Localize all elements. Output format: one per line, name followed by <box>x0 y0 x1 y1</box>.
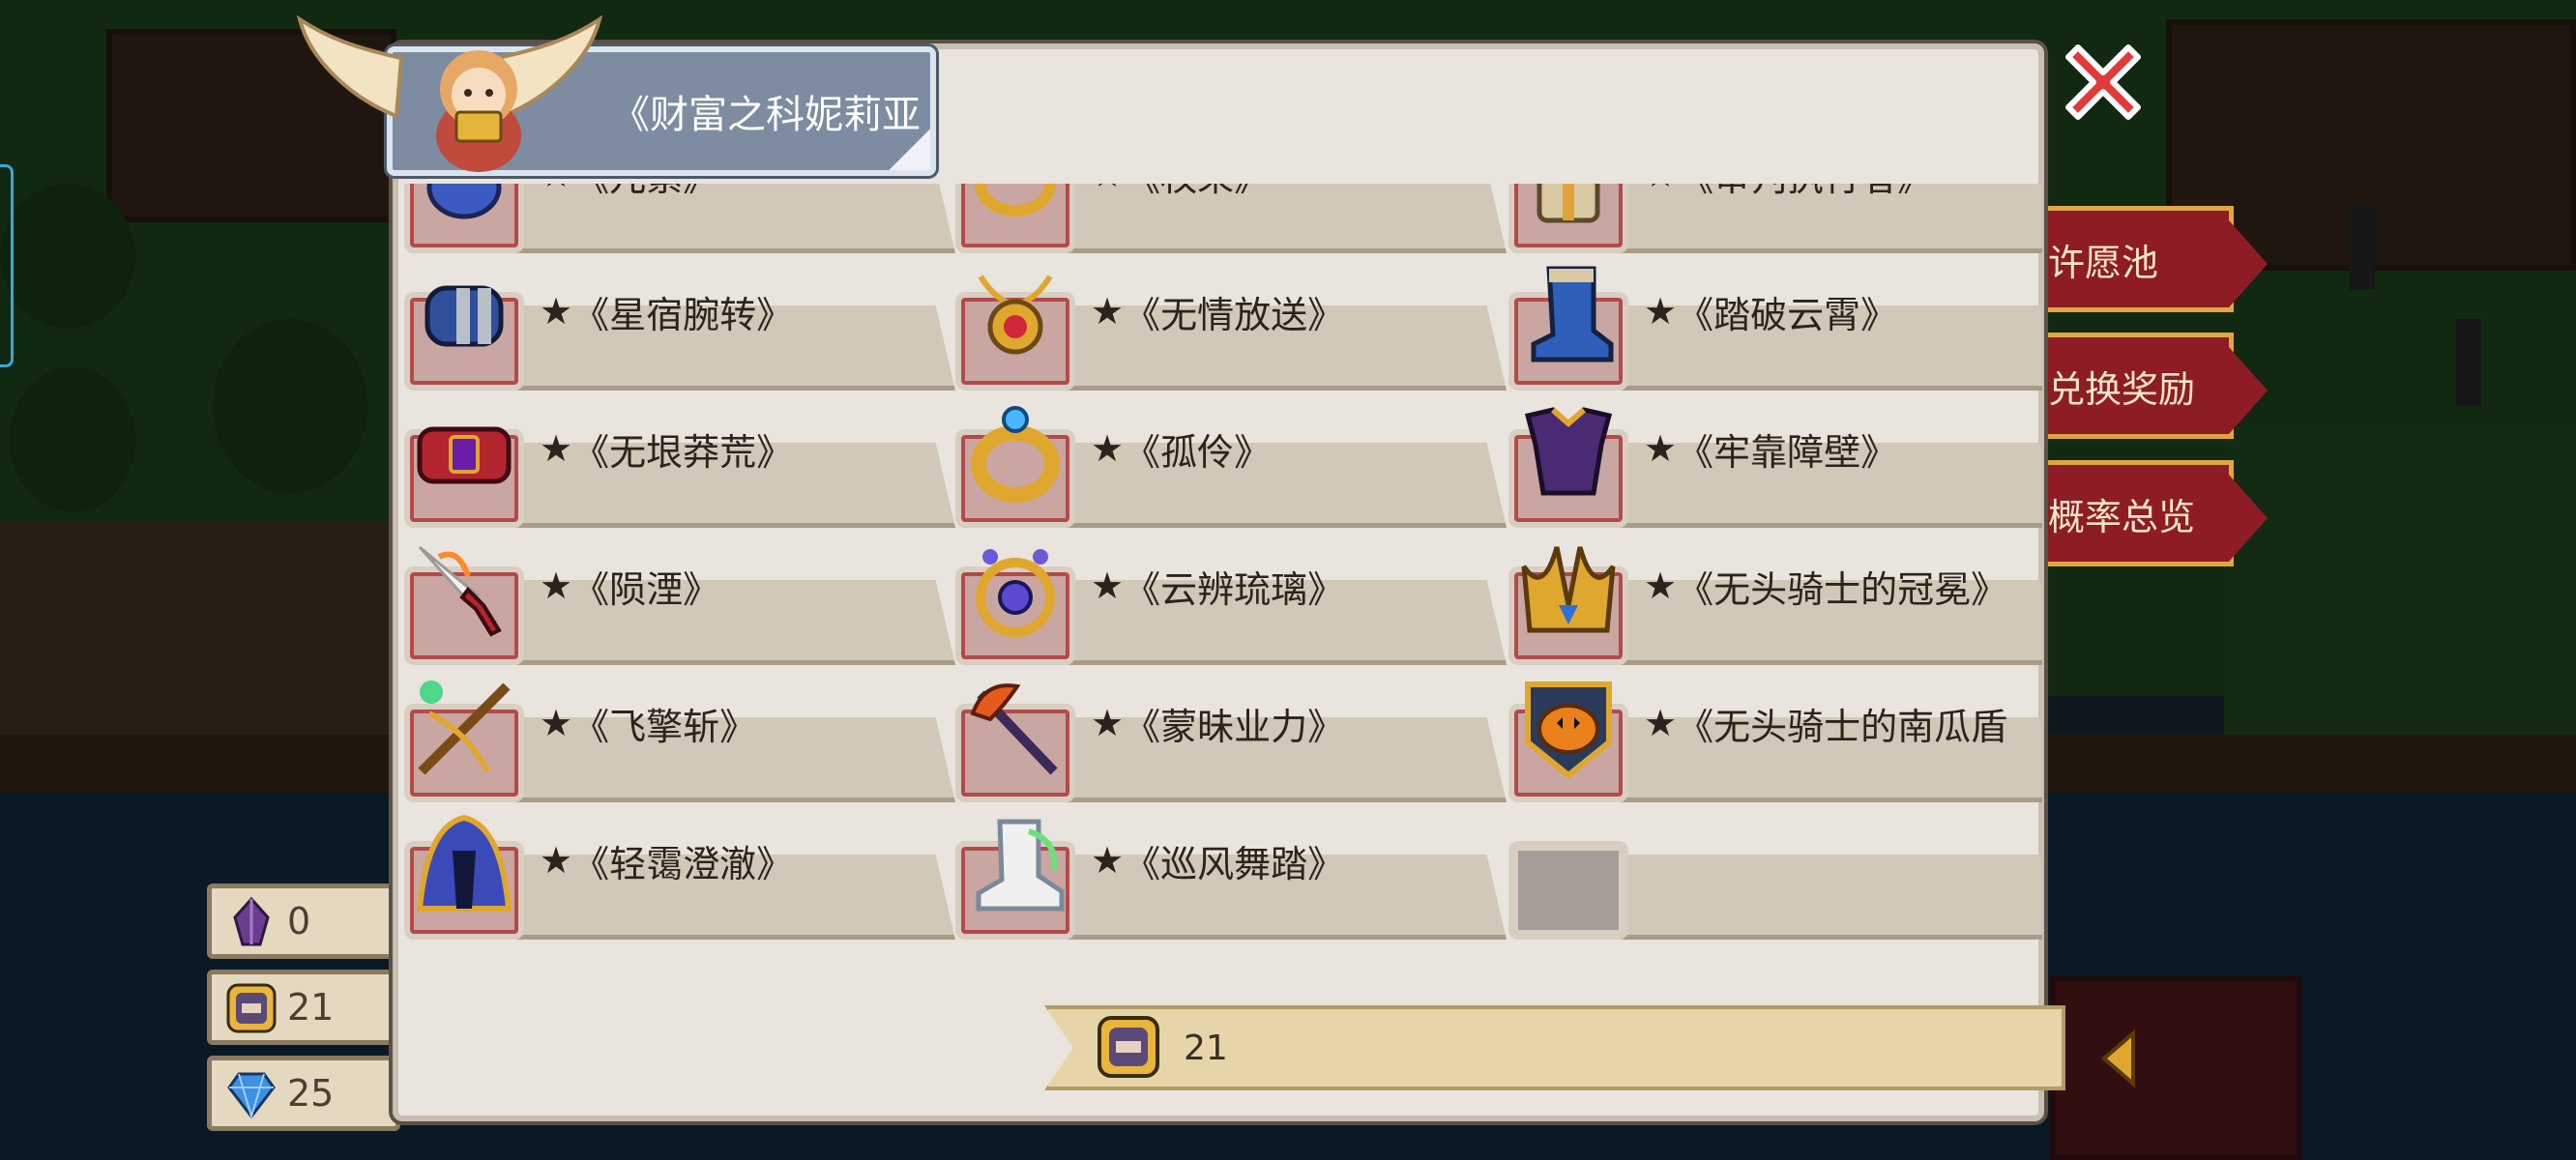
close-button[interactable] <box>2050 29 2156 135</box>
item-label: ★ 《星宿腕转》 <box>540 290 794 336</box>
item-cell[interactable]: ★ 《牢靠障壁》 <box>1508 407 2042 528</box>
item-label: ★ 《飞擎斩》 <box>540 702 757 748</box>
item-cell[interactable]: ★《审判执行者》 <box>1508 184 2042 253</box>
item-label: ★ 《蒙昧业力》 <box>1091 702 1345 748</box>
gold-sapphire-ring-icon <box>971 406 1060 503</box>
empty-item-cell <box>1508 820 2042 940</box>
item-label: ★《兀紫》 <box>540 184 719 205</box>
flame-sword-icon <box>418 545 502 637</box>
item-label: ★《权荣》 <box>1091 184 1271 205</box>
blue-boot-icon <box>1531 266 1614 362</box>
side-menu-wishing-pool[interactable]: 许愿池 <box>2040 206 2268 312</box>
item-label: ★ 《孤伶》 <box>1091 427 1272 474</box>
item-label: ★ 《无垠莽荒》 <box>540 427 794 474</box>
item-cell[interactable]: ★ 《陨湮》 <box>404 545 955 665</box>
footer-currency-value: 21 <box>1184 1028 1228 1068</box>
arrow-left-icon[interactable] <box>2098 1030 2137 1088</box>
item-cell[interactable]: ★ 《无头骑士的南瓜盾 <box>1508 682 2042 802</box>
close-x-icon <box>2065 44 2141 120</box>
item-label: ★ 《无头骑士的冠冕》 <box>1644 565 2008 611</box>
red-belt-icon <box>417 426 512 484</box>
currency-value: 21 <box>287 986 335 1029</box>
item-label: ★ 《无头骑士的南瓜盾 <box>1644 702 2008 748</box>
item-label: ★《审判执行者》 <box>1644 184 1934 205</box>
item-label: ★ 《牢靠障壁》 <box>1644 427 1898 474</box>
item-cell[interactable]: ★ 《飞擎斩》 <box>404 681 955 802</box>
page-title: 《财富之科妮莉亚 <box>611 93 921 137</box>
crystal-icon <box>233 896 270 946</box>
token-icon <box>1098 1016 1159 1078</box>
empty-slot <box>1508 841 1628 940</box>
item-cell[interactable]: ★ 《云辨琉璃》 <box>955 545 1507 665</box>
item-label: ★ 《云辨琉璃》 <box>1091 565 1345 611</box>
item-cell[interactable]: ★ 《无情放送》 <box>955 271 1507 391</box>
gold-armor-icon <box>1537 184 1600 223</box>
item-label: ★ 《陨湮》 <box>540 565 720 611</box>
item-cell[interactable]: ★《权荣》 <box>955 184 1507 253</box>
horned-crown-icon <box>1521 546 1616 633</box>
item-cell[interactable]: ★ 《巡风舞踏》 <box>955 819 1507 940</box>
wind-boot-icon <box>976 819 1065 912</box>
item-label: ★ 《踏破云霄》 <box>1644 290 1898 336</box>
item-cell[interactable]: ★ 《无垠莽荒》 <box>404 408 955 528</box>
winged-angel-avatar <box>436 50 521 172</box>
diamond-icon <box>227 1072 276 1120</box>
item-cell[interactable]: ★ 《无头骑士的冠冕》 <box>1508 545 2042 665</box>
blue-gauntlet-icon <box>426 184 502 219</box>
item-cell[interactable]: ★ 《星宿腕转》 <box>404 271 955 391</box>
currency-token: 21 <box>207 970 400 1045</box>
currency-crystal: 0 <box>207 884 400 959</box>
footer-currency-ribbon: 21 <box>1044 1005 2065 1090</box>
blue-bracer-icon <box>424 285 504 347</box>
item-cell[interactable]: ★ 《孤伶》 <box>955 406 1507 528</box>
orb-amulet-icon <box>976 549 1055 637</box>
pumpkin-shield-icon <box>1525 682 1612 779</box>
item-cell[interactable]: ★《兀紫》 <box>404 184 955 253</box>
gold-ring-icon <box>975 184 1056 217</box>
side-menu-probability-overview[interactable]: 概率总览 <box>2040 460 2268 566</box>
fire-staff-icon <box>970 683 1058 775</box>
item-cell[interactable]: ★ 《踏破云霄》 <box>1508 266 2042 391</box>
blue-cloak-icon <box>416 814 512 912</box>
item-cell[interactable]: ★ 《轻霭澄澈》 <box>404 814 955 940</box>
title-fold-corner <box>878 128 930 170</box>
purple-chestplate-icon <box>1524 407 1613 496</box>
side-menu-label: 概率总览 <box>2048 495 2196 538</box>
jade-crossbow-icon <box>418 681 511 775</box>
left-edge-handle[interactable] <box>0 164 14 367</box>
side-menu-exchange-rewards[interactable]: 兑换奖励 <box>2040 333 2268 439</box>
currency-value: 25 <box>287 1072 335 1115</box>
token-icon <box>226 983 277 1033</box>
item-label: ★ 《无情放送》 <box>1091 290 1345 336</box>
item-label: ★ 《巡风舞踏》 <box>1091 839 1345 885</box>
item-cell[interactable]: ★ 《蒙昧业力》 <box>955 682 1507 802</box>
item-grid: ★《兀紫》 ★《权荣》 ★《审判执行者》 ★《星宿腕转》 <box>404 184 2042 982</box>
currency-value: 0 <box>287 900 311 942</box>
ruby-necklace-icon <box>978 275 1053 355</box>
side-menu-label: 兑换奖励 <box>2048 367 2196 411</box>
item-label: ★ 《轻霭澄澈》 <box>540 839 794 885</box>
currency-diamond: 25 <box>207 1056 400 1131</box>
side-menu-label: 许愿池 <box>2048 241 2159 284</box>
